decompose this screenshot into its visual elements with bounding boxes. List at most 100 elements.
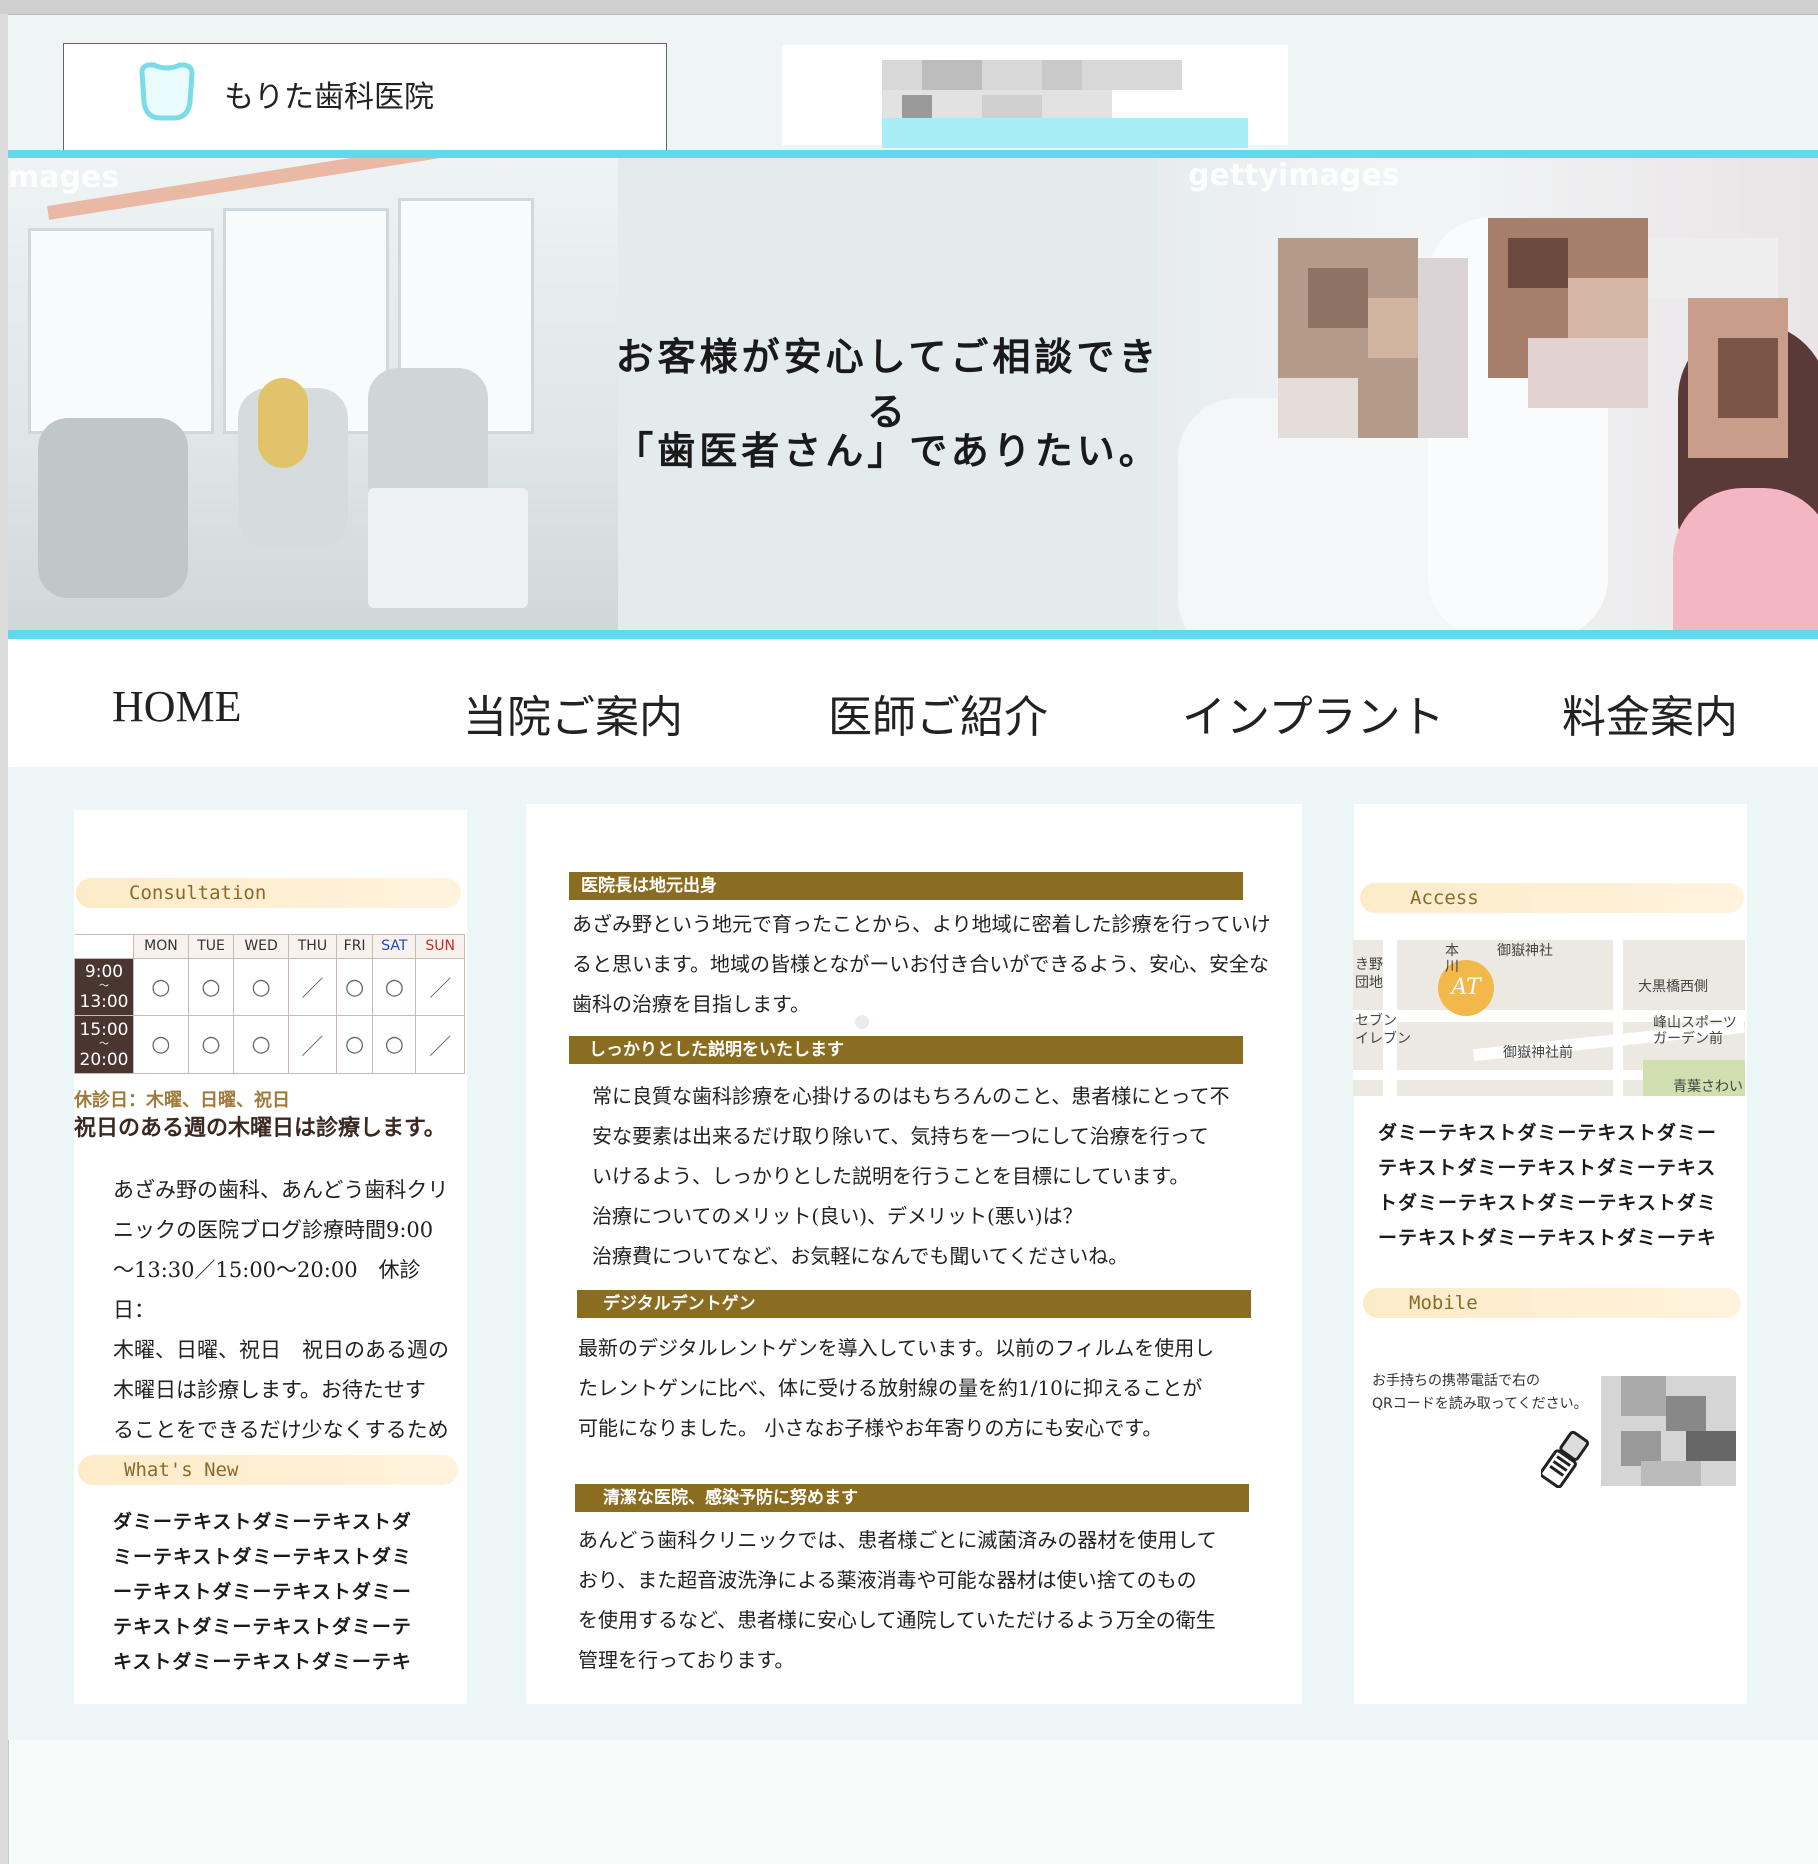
hero-people-photo: gettyimages xyxy=(1158,158,1818,630)
nav-doctor-intro[interactable]: 医師ご紹介 xyxy=(828,681,1048,745)
window-top-bar xyxy=(0,0,1818,15)
schedule-mark: ／ xyxy=(287,1015,337,1074)
qr-code xyxy=(1601,1376,1736,1486)
schedule-mark: ○ xyxy=(372,957,417,1017)
news-line: キストダミーテキストダミーテキ xyxy=(113,1651,412,1673)
body-line: 可能になりました。 小さなお子様やお年寄りの方にも安心です。 xyxy=(578,1416,1163,1440)
schedule-mark: ○ xyxy=(187,957,235,1017)
watermark-left: mages xyxy=(8,160,120,195)
schedule-time-pm: 15:00 ～ 20:00 xyxy=(74,1015,134,1074)
body-line: 治療についてのメリット(良い)、デメリット(悪い)は？ xyxy=(592,1204,1083,1228)
section-heading-text: デジタルデントゲン xyxy=(603,1294,756,1314)
body-line: あんどう歯科クリニックでは、患者様ごとに滅菌済みの器材を使用して xyxy=(578,1528,1217,1552)
intro-line: ～13:30／15:00～20:00 休診日： xyxy=(113,1258,421,1322)
section-heading-hygiene: 清潔な医院、感染予防に努めます xyxy=(575,1484,1249,1512)
hero-tagline-2: 「歯医者さん」でありたい。 xyxy=(615,429,1161,473)
schedule-day: TUE xyxy=(187,934,235,959)
access-text: ダミーテキストダミーテキストダミー テキストダミーテキストダミーテキス トダミー… xyxy=(1378,1116,1717,1256)
time-end: 13:00 xyxy=(79,992,129,1012)
schedule-mark: ○ xyxy=(233,957,289,1017)
map-label: 川 xyxy=(1445,959,1459,975)
news-line: ミーテキストダミーテキストダミ xyxy=(113,1546,412,1568)
body-line: 最新のデジタルレントゲンを導入しています。以前のフィルムを使用し xyxy=(578,1336,1215,1360)
section-heading-text: しっかりとした説明をいたします xyxy=(589,1040,844,1060)
map-label: 御嶽神社前 xyxy=(1503,1045,1573,1061)
body-line: たレントゲンに比べ、体に受ける放射線の量を約1/10に抑えることが xyxy=(578,1376,1203,1400)
news-line: ダミーテキストダミーテキストダ xyxy=(113,1511,412,1533)
site-name: もりた歯科医院 xyxy=(224,80,434,115)
site-logo[interactable]: もりた歯科医院 xyxy=(63,43,667,151)
schedule-mark: ／ xyxy=(415,1015,465,1074)
body-line: 管理を行っております。 xyxy=(578,1648,795,1672)
map-label: 大黒橋西側 xyxy=(1638,979,1708,995)
schedule-day: FRI xyxy=(335,934,374,959)
access-label: Access xyxy=(1410,887,1479,909)
mobile-label: Mobile xyxy=(1409,1292,1478,1314)
consultation-label: Consultation xyxy=(129,882,267,904)
schedule-day: SUN xyxy=(415,934,465,959)
header-accent-strip xyxy=(882,118,1248,148)
nav-implant[interactable]: インプラント xyxy=(1182,681,1445,745)
mobile-heading: Mobile xyxy=(1363,1288,1741,1318)
schedule-mark: ○ xyxy=(335,1015,374,1074)
body-line: あざみ野という地元で育ったことから、より地域に密着した診療を行っていけ xyxy=(572,912,1271,936)
schedule-day: WED xyxy=(233,934,289,959)
nav-pricing[interactable]: 料金案内 xyxy=(1562,681,1738,745)
access-map[interactable]: AT 御嶽神社 大黒橋西側 峰山スポーツ ガーデン前 御嶽神社前 青葉さわい セ… xyxy=(1353,940,1745,1096)
intro-line: ニックの医院ブログ診療時間9:00 xyxy=(113,1218,434,1242)
time-start: 9:00 xyxy=(84,962,124,982)
main-nav: HOME 当院ご案内 医師ご紹介 インプラント 料金案内 xyxy=(8,639,1818,767)
body-line: おり、また超音波洗浄による薬液消毒や可能な器材は使い捨てのもの xyxy=(578,1568,1197,1592)
section-heading-director: 医院長は地元出身 xyxy=(569,872,1243,900)
body-line: 常に良質な歯科診療を心掛けるのはもちろんのこと、患者様にとって不 xyxy=(592,1084,1230,1108)
map-label: 青葉さわい xyxy=(1673,1079,1743,1095)
qr-instructions: お手持ちの携帯電話で右の QRコードを読み取ってください。 xyxy=(1372,1370,1612,1416)
hero-bottom-divider xyxy=(8,630,1818,639)
section-body-hygiene: あんどう歯科クリニックでは、患者様ごとに滅菌済みの器材を使用して おり、また超音… xyxy=(578,1520,1288,1680)
closed-days-label: 休診日：木曜、日曜、祝日 xyxy=(74,1090,290,1111)
hero-clinic-photo xyxy=(8,158,618,630)
section-heading-explanation: しっかりとした説明をいたします xyxy=(569,1036,1243,1064)
body-line: 治療費についてなど、お気軽になんでも聞いてくださいね。 xyxy=(592,1244,1129,1268)
nav-home[interactable]: HOME xyxy=(112,681,242,732)
map-label: き野 xyxy=(1355,957,1383,973)
map-label: 団地 xyxy=(1355,975,1383,991)
decorative-dot xyxy=(855,1015,869,1029)
clinic-intro-text: あざみ野の歯科、あんどう歯科クリ ニックの医院ブログ診療時間9:00 ～13:3… xyxy=(113,1170,453,1490)
top-divider xyxy=(8,150,1818,158)
section-heading-text: 医院長は地元出身 xyxy=(581,876,717,896)
news-line: ーテキストダミーテキストダミー xyxy=(113,1581,412,1603)
schedule-mark: ○ xyxy=(133,957,189,1017)
whats-new-heading: What's New xyxy=(78,1455,458,1485)
section-body-director: あざみ野という地元で育ったことから、より地域に密着した診療を行っていけ ると思い… xyxy=(572,904,1292,1024)
consultation-heading: Consultation xyxy=(76,878,461,908)
watermark-right: gettyimages xyxy=(1188,158,1400,193)
qr-line: お手持ちの携帯電話で右の xyxy=(1372,1373,1540,1389)
closed-days-note: 祝日のある週の木曜日は診療します。 xyxy=(74,1116,446,1141)
time-sep: ～ xyxy=(99,1038,109,1050)
site-header: もりた歯科医院 xyxy=(8,15,1818,151)
body-line: ると思います。地域の皆様とながーいお付き合いができるよう、安心、安全な xyxy=(572,952,1269,976)
body-line: を使用するなど、患者様に安心して通院していただけるよう万全の衛生 xyxy=(578,1608,1216,1632)
access-line: テキストダミーテキストダミーテキス xyxy=(1378,1157,1717,1179)
schedule-mark: ／ xyxy=(287,957,337,1017)
intro-line: 木曜、日曜、祝日 祝日のある週の xyxy=(113,1338,449,1362)
time-sep: ～ xyxy=(99,981,109,992)
qr-line: QRコードを読み取ってください。 xyxy=(1372,1396,1588,1412)
mobile-phone-icon xyxy=(1541,1430,1589,1488)
schedule-day: SAT xyxy=(372,934,417,959)
schedule-mark: ○ xyxy=(233,1015,289,1074)
schedule-table: MON TUE WED THU FRI SAT SUN 9:00 ～ 13:00… xyxy=(74,934,465,1074)
hero-banner: mages gettyimages お客様が安心してご相談できる 「歯医者さん」… xyxy=(8,158,1818,630)
access-line: ーテキストダミーテキストダミーテキ xyxy=(1378,1227,1717,1249)
section-body-explanation: 常に良質な歯科診療を心掛けるのはもちろんのこと、患者様にとって不 安な要素は出来… xyxy=(592,1076,1292,1276)
schedule-mark: ／ xyxy=(415,957,465,1017)
schedule-corner xyxy=(74,934,134,959)
map-label: セブン xyxy=(1355,1013,1397,1029)
section-heading-text: 清潔な医院、感染予防に努めます xyxy=(603,1488,858,1508)
schedule-mark: ○ xyxy=(335,957,374,1017)
nav-about-clinic[interactable]: 当院ご案内 xyxy=(463,681,683,745)
news-line: テキストダミーテキストダミーテ xyxy=(113,1616,412,1638)
section-body-xray: 最新のデジタルレントゲンを導入しています。以前のフィルムを使用し たレントゲンに… xyxy=(578,1328,1288,1448)
time-end: 20:00 xyxy=(79,1049,129,1070)
